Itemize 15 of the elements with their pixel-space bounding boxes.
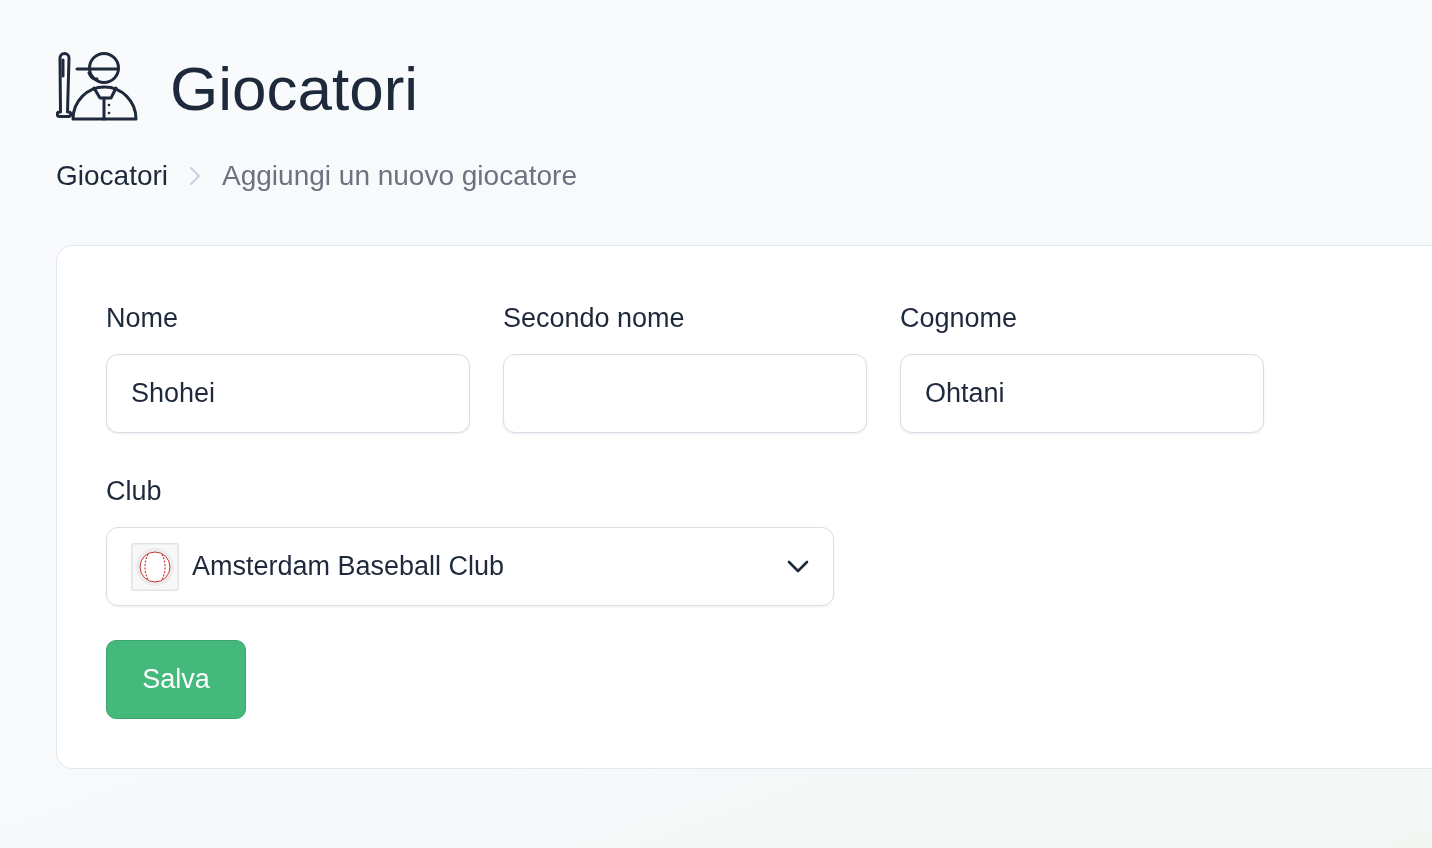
field-label: Cognome bbox=[900, 302, 1018, 334]
input-field[interactable] bbox=[503, 354, 867, 433]
breadcrumb-link[interactable]: Giocatori bbox=[56, 158, 169, 194]
chevron-down-icon bbox=[787, 559, 809, 574]
input-field[interactable]: Ohtani bbox=[900, 354, 1264, 433]
baseball-icon bbox=[131, 542, 179, 591]
breadcrumb-current: Aggiungi un nuovo giocatore bbox=[222, 159, 577, 193]
field-label: Secondo nome bbox=[503, 302, 685, 334]
chevron-right-icon bbox=[188, 166, 203, 186]
baseball-player-icon bbox=[56, 52, 138, 122]
field-label: Nome bbox=[106, 302, 179, 334]
club-select[interactable]: Amsterdam Baseball Club bbox=[106, 527, 834, 606]
page-title: Giocatori bbox=[170, 54, 419, 120]
field-label: Club bbox=[106, 475, 162, 507]
input-field[interactable]: Shohei bbox=[106, 354, 470, 433]
